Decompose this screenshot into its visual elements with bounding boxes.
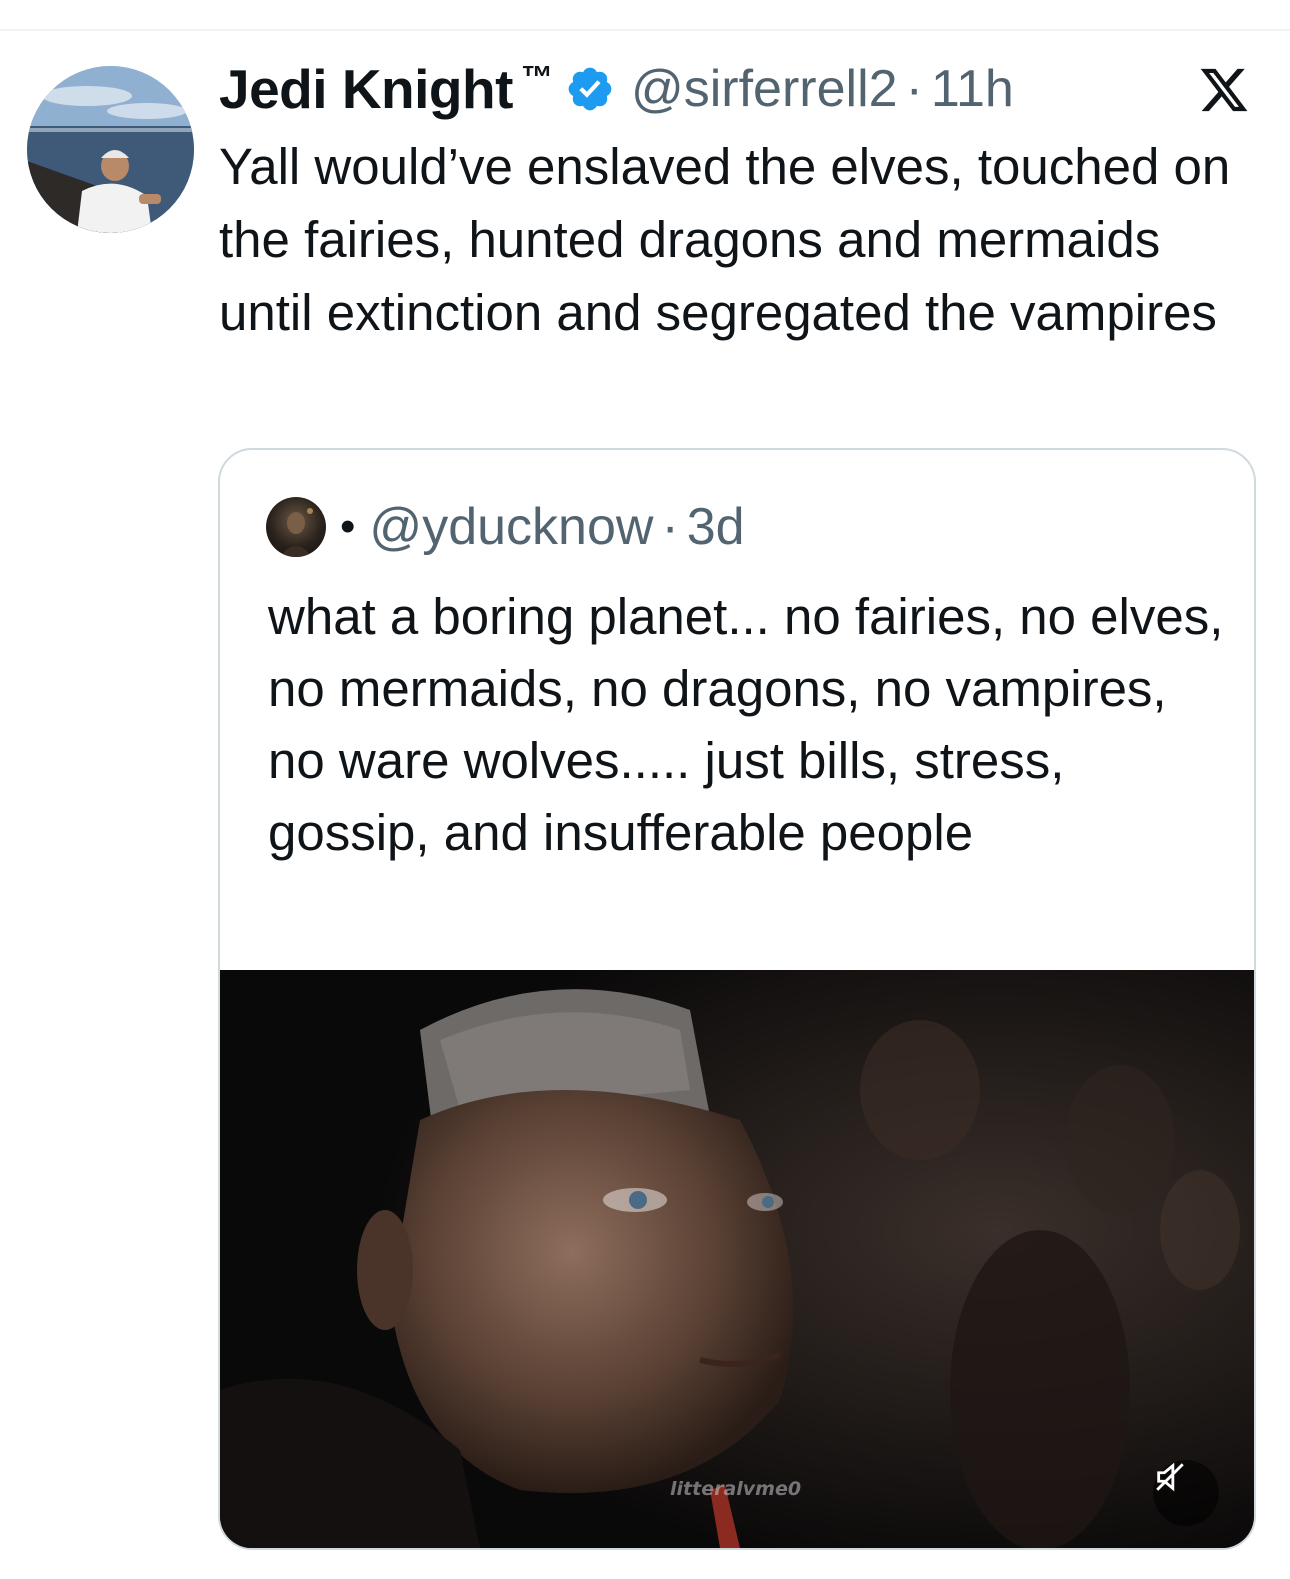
- author-handle[interactable]: @sirferrell2: [631, 59, 898, 119]
- display-name[interactable]: Jedi Knight: [219, 57, 513, 121]
- quoted-author-avatar[interactable]: [266, 497, 326, 557]
- x-logo-icon: [1200, 68, 1248, 112]
- quoted-video[interactable]: litteralvme0: [220, 970, 1254, 1548]
- quoted-tweet-text: what a boring planet... no fairies, no e…: [268, 588, 1224, 861]
- verified-badge-icon: [568, 67, 612, 111]
- tweet-text: Yall would’ve enslaved the elves, touche…: [219, 138, 1231, 341]
- separator-dot: ·: [905, 60, 923, 118]
- mute-toggle-button[interactable]: [1153, 1460, 1219, 1526]
- tweet-timestamp[interactable]: 11h: [931, 59, 1014, 119]
- quoted-tweet[interactable]: • @yducknow · 3d what a boring planet...…: [218, 448, 1256, 1550]
- trademark-symbol: ™: [520, 58, 553, 95]
- tweet[interactable]: Jedi Knight ™ @sirferrell2 · 11h Yall wo…: [0, 0, 1290, 1579]
- quoted-tweet-header: • @yducknow · 3d: [266, 496, 745, 558]
- speaker-muted-icon: [1156, 1462, 1184, 1492]
- quoted-timestamp[interactable]: 3d: [687, 497, 745, 557]
- video-watermark: litteralvme0: [670, 1478, 802, 1500]
- tweet-header: Jedi Knight ™ @sirferrell2 · 11h: [219, 58, 1014, 120]
- separator-dot: ·: [661, 498, 679, 556]
- quoted-author-handle[interactable]: @yducknow: [369, 497, 653, 557]
- quoted-name-bullet: •: [340, 502, 356, 551]
- author-avatar[interactable]: [27, 66, 194, 233]
